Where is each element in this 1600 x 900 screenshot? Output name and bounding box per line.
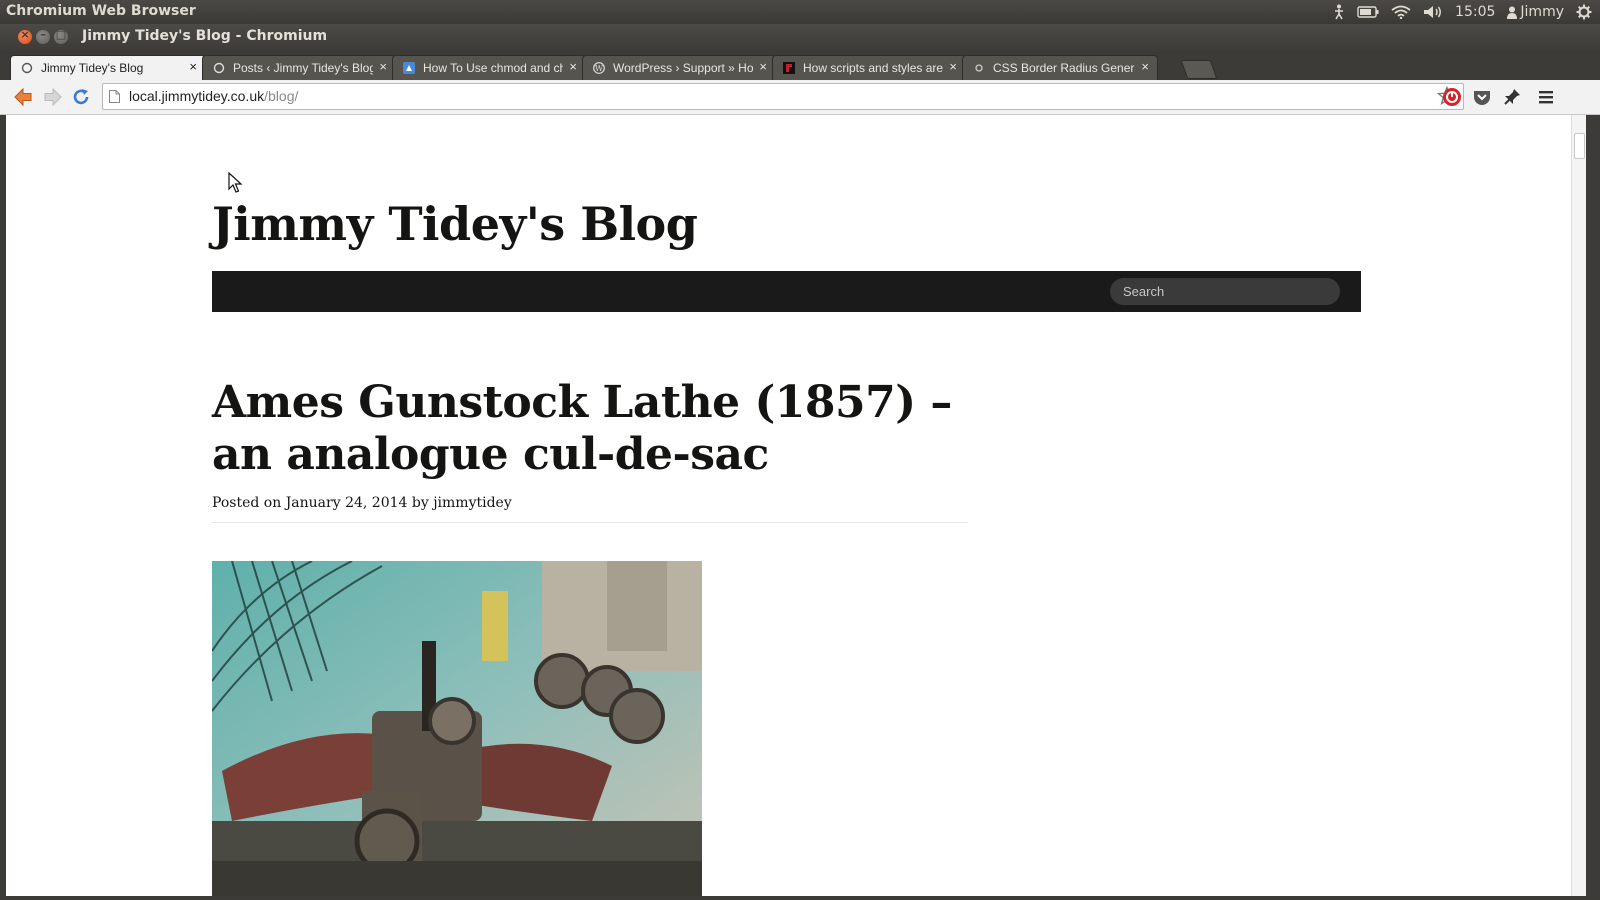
- tab-close-icon[interactable]: ×: [1141, 59, 1149, 74]
- post-title[interactable]: Ames Gunstock Lathe (1857) – an analogue…: [212, 377, 992, 481]
- post-author-link[interactable]: jimmytidey: [433, 495, 512, 511]
- tab-title: WordPress › Support » How: [613, 61, 753, 75]
- menu-hamburger-icon[interactable]: [1536, 87, 1556, 107]
- digitalocean-favicon-icon: [403, 62, 415, 74]
- close-icon: ×: [20, 28, 30, 41]
- tab-title: Posts ‹ Jimmy Tidey's Blog: [233, 61, 373, 75]
- reload-icon[interactable]: [70, 86, 92, 108]
- window-close-button[interactable]: ×: [18, 28, 32, 44]
- tab-title: Jimmy Tidey's Blog: [41, 61, 144, 75]
- post-meta: Posted on January 24, 2014 by jimmytidey: [212, 495, 512, 511]
- user-icon: [1507, 6, 1518, 19]
- battery-icon[interactable]: [1357, 6, 1379, 18]
- wordpress-favicon-icon: W: [593, 62, 605, 74]
- vertical-scrollbar[interactable]: [1571, 115, 1586, 896]
- new-tab-button[interactable]: [1180, 60, 1218, 79]
- tab-close-icon[interactable]: ×: [379, 59, 387, 74]
- page-icon: [109, 90, 120, 103]
- window-minimize-button[interactable]: –: [36, 28, 50, 44]
- tab-css-border-radius[interactable]: CSS Border Radius Generator ×: [962, 55, 1158, 80]
- meta-prefix: Posted on: [212, 495, 282, 511]
- tab-jimmy-tidey-blog[interactable]: Jimmy Tidey's Blog ×: [10, 55, 206, 81]
- window-titlebar[interactable]: × – □ Jimmy Tidey's Blog - Chromium: [0, 24, 1600, 50]
- tab-close-icon[interactable]: ×: [759, 59, 767, 74]
- address-bar[interactable]: local.jimmytidey.co.uk/blog/: [102, 83, 1464, 110]
- tab-close-icon[interactable]: ×: [569, 59, 577, 74]
- meta-divider: [212, 522, 968, 523]
- site-title[interactable]: Jimmy Tidey's Blog: [212, 197, 698, 251]
- lathe-photo[interactable]: [212, 561, 702, 896]
- clock[interactable]: 15:05: [1455, 4, 1495, 20]
- pocket-extension-icon[interactable]: [1472, 87, 1492, 107]
- page-loading-icon: [213, 62, 225, 74]
- url-path: /blog/: [264, 88, 299, 104]
- accessibility-icon[interactable]: [1333, 4, 1345, 20]
- user-menu[interactable]: Jimmy: [1507, 4, 1564, 20]
- scrollbar-thumb[interactable]: [1574, 133, 1585, 159]
- tab-close-icon[interactable]: ×: [189, 59, 197, 74]
- adblock-extension-icon[interactable]: [1442, 87, 1462, 107]
- pin-extension-icon[interactable]: [1502, 87, 1522, 107]
- tab-title: How To Use chmod and chown: [423, 61, 563, 75]
- browser-toolbar: local.jimmytidey.co.uk/blog/: [0, 80, 1600, 115]
- tab-close-icon[interactable]: ×: [949, 59, 957, 74]
- page-loading-icon: [21, 62, 33, 74]
- volume-icon[interactable]: [1423, 5, 1443, 19]
- app-name: Chromium Web Browser: [6, 3, 196, 19]
- url-host: local.jimmytidey.co.uk: [129, 88, 265, 104]
- url-text: local.jimmytidey.co.uk/blog/: [129, 88, 298, 104]
- mouse-pointer-icon: [228, 172, 243, 193]
- system-top-panel: Chromium Web Browser 15:05 Jimmy: [0, 0, 1600, 24]
- minimize-icon: –: [40, 28, 46, 41]
- window-maximize-button[interactable]: □: [54, 28, 68, 44]
- maximize-icon: □: [55, 28, 67, 41]
- tab-wordpress-support[interactable]: W WordPress › Support » How ×: [582, 55, 776, 80]
- user-name: Jimmy: [1520, 4, 1564, 20]
- site-favicon-icon: [975, 64, 983, 72]
- wifi-icon[interactable]: [1391, 5, 1411, 19]
- window-title: Jimmy Tidey's Blog - Chromium: [82, 28, 328, 44]
- meta-by: by: [411, 495, 429, 511]
- forward-arrow-icon[interactable]: [42, 86, 64, 108]
- gear-icon[interactable]: [1576, 4, 1592, 20]
- site-favicon-icon: [783, 62, 795, 74]
- svg-text:W: W: [595, 64, 604, 73]
- tab-scripts-styles[interactable]: How scripts and styles are ×: [772, 55, 966, 80]
- tab-title: CSS Border Radius Generator: [993, 61, 1135, 75]
- page-viewport[interactable]: Jimmy Tidey's Blog Ames Gunstock Lathe (…: [6, 115, 1586, 896]
- tab-strip: Jimmy Tidey's Blog × Posts ‹ Jimmy Tidey…: [0, 50, 1600, 81]
- tab-title: How scripts and styles are: [803, 61, 943, 75]
- tab-posts[interactable]: Posts ‹ Jimmy Tidey's Blog ×: [202, 55, 396, 80]
- back-arrow-icon[interactable]: [12, 86, 34, 108]
- post-date-link[interactable]: January 24, 2014: [286, 495, 408, 511]
- tab-chmod[interactable]: How To Use chmod and chown ×: [392, 55, 586, 80]
- search-input[interactable]: [1110, 278, 1340, 305]
